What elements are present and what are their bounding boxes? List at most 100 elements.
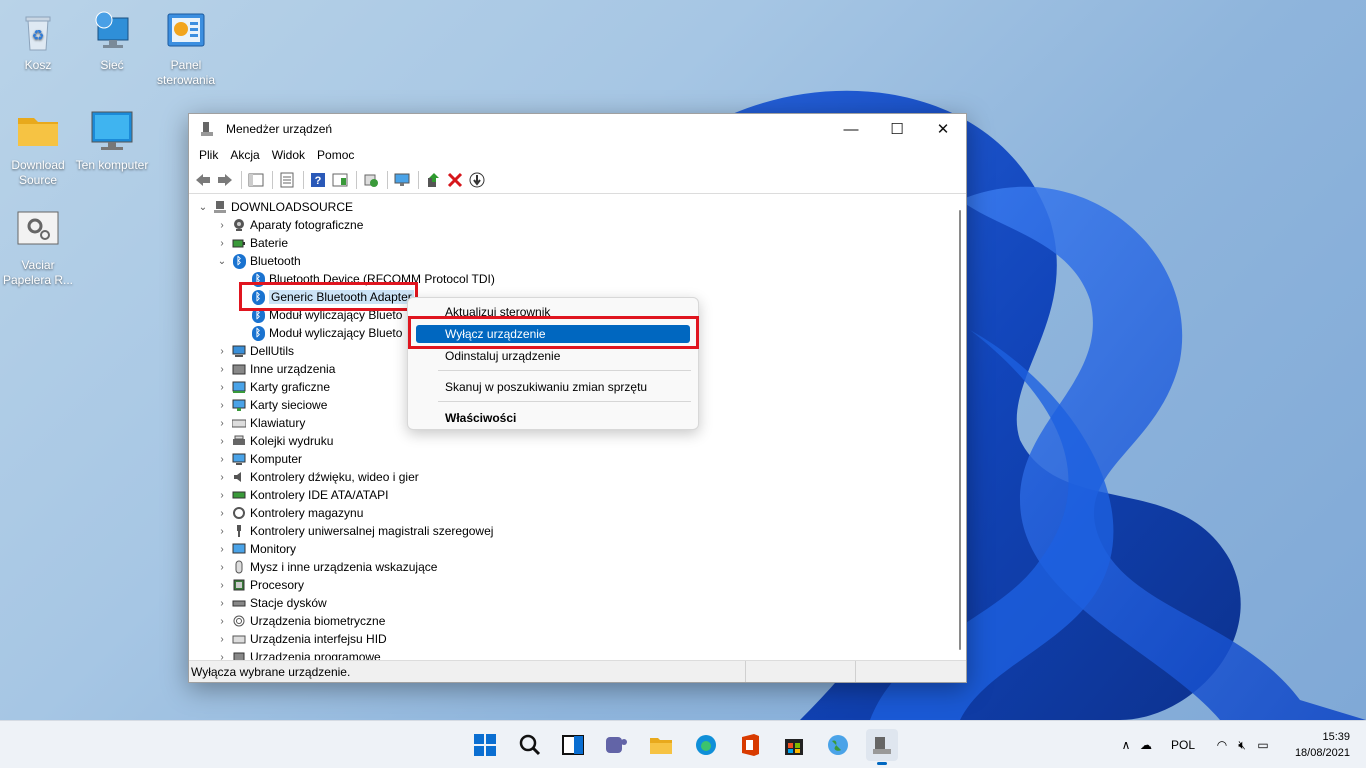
tree-root[interactable]: ⌄ DOWNLOADSOURCE [196,198,353,216]
chevron-down-icon[interactable]: ⌄ [196,202,210,213]
monitor-icon[interactable] [392,170,412,190]
menu-item-properties[interactable]: Właściwości [416,409,690,427]
tree-category[interactable]: › Urządzenia interfejsu HID [215,630,386,648]
tree-category-bluetooth[interactable]: ⌄ ᛒ Bluetooth [215,252,301,270]
chevron-right-icon[interactable]: › [215,634,229,645]
vertical-scrollbar[interactable] [954,196,966,662]
tree-category[interactable]: › Aparaty fotograficzne [215,216,363,234]
help-icon[interactable]: ? [308,170,328,190]
task-view-icon[interactable] [557,729,589,761]
search-icon[interactable] [514,729,546,761]
scan-hardware-icon[interactable] [361,170,381,190]
tree-category[interactable]: › Kolejki wydruku [215,432,333,450]
properties-icon[interactable] [277,170,297,190]
chevron-right-icon[interactable]: › [215,508,229,519]
chevron-right-icon[interactable]: › [215,400,229,411]
chevron-right-icon[interactable]: › [215,544,229,555]
menu-separator [438,370,691,371]
battery-icon[interactable]: ▭ [1253,738,1273,752]
tree-category[interactable]: › Kontrolery IDE ATA/ATAPI [215,486,388,504]
menu-widok[interactable]: Widok [266,148,311,162]
update-driver-icon[interactable] [423,170,443,190]
desktop-icon-this-pc[interactable]: Ten komputer [74,108,150,173]
desktop-icon-recycle-bin[interactable]: ♻ Kosz [0,8,76,73]
minimize-button[interactable]: — [828,114,874,144]
folder-icon [14,108,62,156]
chevron-right-icon[interactable]: › [215,238,229,249]
view-icon[interactable] [330,170,350,190]
chevron-right-icon[interactable]: › [215,436,229,447]
volume-muted-icon[interactable]: 🔇︎ [1231,738,1253,753]
chevron-right-icon[interactable]: › [215,346,229,357]
tree-category[interactable]: › Stacje dysków [215,594,326,612]
tree-category[interactable]: › Mysz i inne urządzenia wskazujące [215,558,437,576]
scrollbar-thumb[interactable] [959,210,961,650]
hid-icon [231,631,247,647]
menu-plik[interactable]: Plik [193,148,224,162]
desktop-icon-control-panel[interactable]: Panel sterowania [148,8,224,88]
tree-category[interactable]: › Kontrolery dźwięku, wideo i gier [215,468,418,486]
tree-category[interactable]: › Karty sieciowe [215,396,327,414]
chevron-right-icon[interactable]: › [215,454,229,465]
tree-category[interactable]: › Klawiatury [215,414,305,432]
chevron-right-icon[interactable]: › [215,220,229,231]
forward-arrow-icon[interactable] [215,170,235,190]
chevron-right-icon[interactable]: › [215,472,229,483]
file-explorer-icon[interactable] [645,729,677,761]
tree-category[interactable]: › Kontrolery magazynu [215,504,363,522]
edge-icon[interactable] [690,729,722,761]
chevron-right-icon[interactable]: › [215,382,229,393]
store-icon[interactable] [778,729,810,761]
chevron-down-icon[interactable]: ⌄ [215,256,229,267]
tree-category[interactable]: › Karty graficzne [215,378,330,396]
wifi-icon[interactable]: ◠ [1213,738,1231,752]
chevron-right-icon[interactable]: › [215,418,229,429]
chevron-right-icon[interactable]: › [215,598,229,609]
device-manager-icon[interactable] [866,729,898,765]
clock[interactable]: 15:39 18/08/2021 [1295,729,1350,761]
chevron-up-icon[interactable]: ∧ [1117,738,1135,752]
globe-app-icon[interactable] [822,729,854,761]
chevron-right-icon[interactable]: › [215,580,229,591]
tree-category[interactable]: › Monitory [215,540,296,558]
start-icon[interactable] [469,729,501,761]
show-hide-tree-icon[interactable] [246,170,266,190]
chevron-right-icon[interactable]: › [215,490,229,501]
tree-category[interactable]: › Komputer [215,450,302,468]
cloud-icon[interactable]: ☁ [1135,738,1157,752]
chevron-right-icon[interactable]: › [215,364,229,375]
desktop-icon-vaciar-papelera[interactable]: Vaciar Papelera R... [0,208,76,288]
desktop-icon-download-source[interactable]: Download Source [0,108,76,188]
storage-icon [231,505,247,521]
tree-category[interactable]: › Inne urządzenia [215,360,335,378]
chevron-right-icon[interactable]: › [215,562,229,573]
office-icon[interactable] [734,729,766,761]
menu-item-uninstall-device[interactable]: Odinstaluj urządzenie [416,347,690,365]
computer-icon [212,199,228,215]
maximize-button[interactable]: ☐ [874,114,920,144]
control-panel-icon [162,8,210,56]
tree-device[interactable]: ᛒ Moduł wyliczający Blueto [248,324,402,342]
printer-icon [231,433,247,449]
menu-pomoc[interactable]: Pomoc [311,148,360,162]
tree-category[interactable]: › Baterie [215,234,288,252]
tree-category[interactable]: › Procesory [215,576,304,594]
chevron-right-icon[interactable]: › [215,616,229,627]
close-button[interactable]: ✕ [920,114,966,144]
clock-time: 15:39 [1322,731,1350,743]
teams-icon[interactable] [600,729,632,761]
chevron-right-icon[interactable]: › [215,526,229,537]
tree-category[interactable]: › Kontrolery uniwersalnej magistrali szer… [215,522,493,540]
menu-item-scan-hardware[interactable]: Skanuj w poszukiwaniu zmian sprzętu [416,378,690,396]
back-arrow-icon[interactable] [193,170,213,190]
tree-category[interactable]: › Urządzenia biometryczne [215,612,385,630]
disable-device-icon[interactable] [467,170,487,190]
menu-akcja[interactable]: Akcja [224,148,265,162]
language-indicator[interactable]: POL [1171,738,1203,752]
desktop-icon-network[interactable]: Sieć [74,8,150,73]
uninstall-icon[interactable] [445,170,465,190]
tree-category[interactable]: › DellUtils [215,342,294,360]
fingerprint-icon [231,613,247,629]
recycle-bin-icon: ♻ [14,8,62,56]
title-bar[interactable]: Menedżer urządzeń — ☐ ✕ [189,114,966,144]
